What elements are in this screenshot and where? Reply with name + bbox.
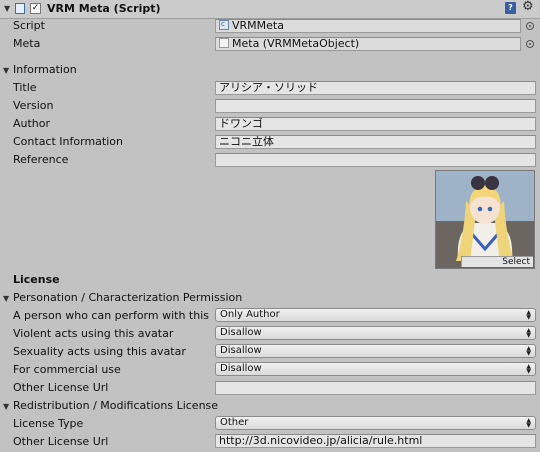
script-label: Script xyxy=(13,19,45,32)
object-picker-icon[interactable] xyxy=(526,22,534,30)
select-thumbnail-button[interactable]: Select xyxy=(461,256,533,267)
redistribution-other-license-url-label: Other License Url xyxy=(13,435,109,448)
violent-acts-label: Violent acts using this avatar xyxy=(13,327,174,340)
author-input[interactable]: ドワンゴ xyxy=(215,117,536,131)
dropdown-arrows-icon: ▲ ▼ xyxy=(526,345,531,357)
redistribution-other-license-url-input[interactable]: http://3d.nicovideo.jp/alicia/rule.html xyxy=(215,434,536,448)
commercial-use-value: Disallow xyxy=(220,363,262,374)
script-value: VRMMeta xyxy=(232,19,284,32)
redistribution-header[interactable]: Redistribution / Modifications License xyxy=(13,399,218,413)
other-license-url-input[interactable] xyxy=(215,381,536,395)
allowed-user-dropdown[interactable]: Only Author ▲ ▼ xyxy=(215,308,536,322)
commercial-use-dropdown[interactable]: Disallow ▲ ▼ xyxy=(215,362,536,376)
component-header: ▼ ✓ VRM Meta (Script) ? ⚙ xyxy=(0,0,540,19)
license-type-dropdown[interactable]: Other ▲ ▼ xyxy=(215,416,536,430)
license-header: License xyxy=(13,273,60,286)
foldout-arrow-icon[interactable]: ▼ xyxy=(4,4,10,14)
version-input[interactable] xyxy=(215,99,536,113)
commercial-use-label: For commercial use xyxy=(13,363,121,376)
thumbnail-image xyxy=(436,171,534,268)
foldout-arrow-icon[interactable]: ▼ xyxy=(3,66,9,76)
thumbnail-field[interactable]: Select xyxy=(435,170,535,269)
personation-header[interactable]: Personation / Characterization Permissio… xyxy=(13,291,242,305)
title-input[interactable]: アリシア・ソリッド xyxy=(215,81,536,95)
foldout-arrow-icon[interactable]: ▼ xyxy=(3,294,9,304)
meta-value: Meta (VRMMetaObject) xyxy=(232,37,360,50)
dropdown-arrows-icon: ▲ ▼ xyxy=(526,417,531,429)
gear-icon[interactable]: ⚙ xyxy=(522,0,534,14)
sexuality-acts-label: Sexuality acts using this avatar xyxy=(13,345,186,358)
violent-acts-value: Disallow xyxy=(220,327,262,338)
other-license-url-label: Other License Url xyxy=(13,381,109,394)
script-field[interactable]: VRMMeta xyxy=(215,19,521,33)
meta-label: Meta xyxy=(13,37,41,50)
reference-input[interactable] xyxy=(215,153,536,167)
foldout-arrow-icon[interactable]: ▼ xyxy=(3,402,9,412)
dropdown-arrows-icon: ▲ ▼ xyxy=(526,363,531,375)
asset-icon xyxy=(219,38,229,48)
author-label: Author xyxy=(13,117,51,130)
violent-acts-dropdown[interactable]: Disallow ▲ ▼ xyxy=(215,326,536,340)
contact-information-label: Contact Information xyxy=(13,135,123,148)
component-title: VRM Meta (Script) xyxy=(47,2,161,15)
meta-field[interactable]: Meta (VRMMetaObject) xyxy=(215,37,521,51)
license-type-label: License Type xyxy=(13,417,84,430)
script-icon xyxy=(219,20,229,30)
information-header[interactable]: Information xyxy=(13,63,77,77)
help-book-icon[interactable]: ? xyxy=(505,2,516,14)
enabled-checkbox[interactable]: ✓ xyxy=(30,3,41,14)
sexuality-acts-value: Disallow xyxy=(220,345,262,356)
allowed-user-value: Only Author xyxy=(220,309,280,320)
reference-label: Reference xyxy=(13,153,69,166)
object-picker-icon[interactable] xyxy=(526,40,534,48)
script-icon xyxy=(15,3,25,14)
contact-information-input[interactable]: ニコニ立体 xyxy=(215,135,536,149)
dropdown-arrows-icon: ▲ ▼ xyxy=(526,327,531,339)
version-label: Version xyxy=(13,99,54,112)
license-type-value: Other xyxy=(220,417,249,428)
title-label: Title xyxy=(13,81,37,94)
sexuality-acts-dropdown[interactable]: Disallow ▲ ▼ xyxy=(215,344,536,358)
dropdown-arrows-icon: ▲ ▼ xyxy=(526,309,531,321)
allowed-user-label: A person who can perform with this xyxy=(13,309,209,322)
